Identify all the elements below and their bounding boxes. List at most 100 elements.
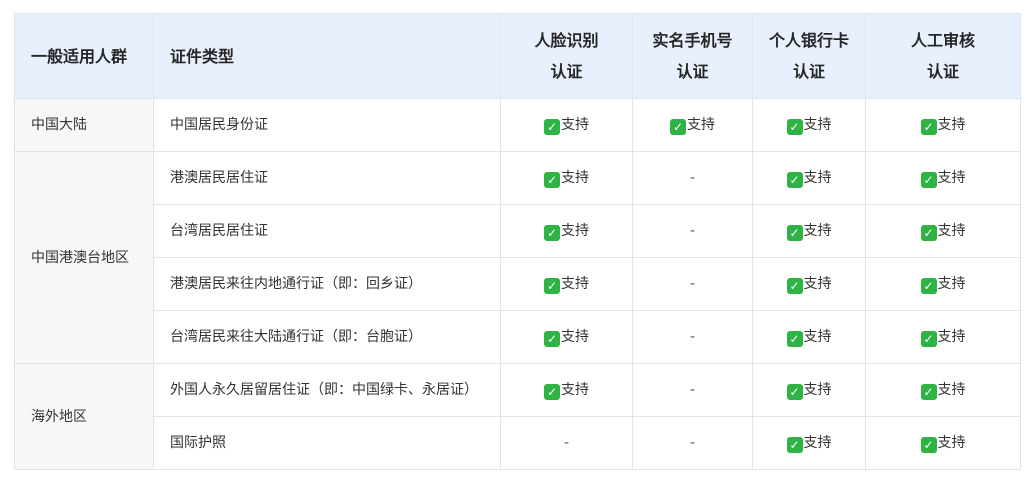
face-status-cell: ✓ 支持 bbox=[500, 310, 633, 364]
status-text: - bbox=[563, 435, 570, 451]
status-text: 支持 bbox=[803, 329, 832, 345]
face-status-cell: ✓ 支持 bbox=[500, 98, 633, 152]
phone-status-cell: - bbox=[632, 416, 753, 470]
status-text: 支持 bbox=[561, 117, 589, 133]
status-text: 支持 bbox=[561, 223, 589, 239]
doc-type-cell: 中国居民身份证 bbox=[153, 98, 501, 152]
check-mark-icon: ✓ bbox=[920, 172, 937, 188]
check-mark-icon: ✓ bbox=[544, 225, 560, 241]
header-manual-line2: 认证 bbox=[926, 62, 959, 81]
status-text: 支持 bbox=[803, 276, 832, 292]
face-status-cell: ✓ 支持 bbox=[500, 204, 633, 258]
status-text: 支持 bbox=[561, 276, 589, 292]
check-mark-icon: ✓ bbox=[920, 119, 937, 135]
phone-status-cell: - bbox=[632, 151, 753, 205]
status-text: - bbox=[689, 382, 696, 398]
phone-status-cell: - bbox=[632, 257, 753, 311]
bank-status-cell: ✓ 支持 bbox=[752, 416, 866, 470]
header-manual-line1: 人工审核 bbox=[910, 31, 975, 50]
status-text: - bbox=[689, 329, 696, 345]
manual-status-cell: ✓ 支持 bbox=[865, 363, 1021, 417]
phone-status-cell: ✓ 支持 bbox=[632, 98, 753, 152]
header-face-recognition: 人脸识别 认证 bbox=[500, 13, 633, 99]
group-cell-hmt: 中国港澳台地区 bbox=[14, 151, 154, 364]
table-row: 国际护照 - - ✓ 支持 ✓ 支持 bbox=[15, 416, 1021, 470]
status-text: 支持 bbox=[937, 329, 966, 345]
table-row: 中国港澳台地区 港澳居民居住证 ✓ 支持 - ✓ 支持 ✓ 支持 bbox=[14, 151, 1021, 364]
status-text: - bbox=[689, 276, 696, 292]
header-phone-line1: 实名手机号 bbox=[652, 31, 733, 50]
header-group: 一般适用人群 bbox=[14, 13, 154, 99]
bank-status-cell: ✓ 支持 bbox=[752, 98, 866, 152]
doc-type-cell: 台湾居民居住证 bbox=[153, 204, 501, 258]
status-text: 支持 bbox=[803, 435, 832, 451]
face-status-cell: - bbox=[500, 416, 633, 470]
check-mark-icon: ✓ bbox=[544, 331, 560, 347]
doc-type-cell: 外国人永久居留居住证（即：中国绿卡、永居证） bbox=[153, 363, 501, 417]
phone-status-cell: - bbox=[632, 310, 753, 364]
check-mark-icon: ✓ bbox=[920, 278, 937, 294]
header-bank-line2: 认证 bbox=[792, 62, 825, 81]
header-phone-line2: 认证 bbox=[676, 62, 709, 81]
manual-status-cell: ✓ 支持 bbox=[865, 98, 1021, 152]
check-mark-icon: ✓ bbox=[670, 119, 686, 135]
check-mark-icon: ✓ bbox=[920, 437, 937, 453]
header-bank-line1: 个人银行卡 bbox=[768, 31, 849, 50]
status-text: 支持 bbox=[803, 382, 832, 398]
check-mark-icon: ✓ bbox=[786, 278, 803, 294]
status-text: 支持 bbox=[937, 382, 966, 398]
check-mark-icon: ✓ bbox=[786, 331, 803, 347]
check-mark-icon: ✓ bbox=[786, 225, 803, 241]
status-text: 支持 bbox=[937, 276, 966, 292]
status-text: 支持 bbox=[561, 382, 589, 398]
table-header-row: 一般适用人群 证件类型 人脸识别 认证 实名手机号 认证 个人银行卡 认证 人工… bbox=[14, 13, 1021, 99]
manual-status-cell: ✓ 支持 bbox=[865, 204, 1021, 258]
status-text: 支持 bbox=[803, 117, 832, 133]
doc-type-cell: 港澳居民来往内地通行证（即：回乡证） bbox=[153, 257, 501, 311]
id-support-table-container: 一般适用人群 证件类型 人脸识别 认证 实名手机号 认证 个人银行卡 认证 人工… bbox=[14, 13, 1021, 470]
status-text: - bbox=[689, 223, 696, 239]
status-text: 支持 bbox=[687, 117, 715, 133]
table-row: 海外地区 外国人永久居留居住证（即：中国绿卡、永居证） ✓ 支持 - ✓ 支持 ✓ 支… bbox=[14, 363, 1021, 470]
id-support-table: 一般适用人群 证件类型 人脸识别 认证 实名手机号 认证 个人银行卡 认证 人工… bbox=[14, 13, 1021, 470]
status-text: 支持 bbox=[803, 170, 832, 186]
check-mark-icon: ✓ bbox=[786, 437, 803, 453]
status-text: - bbox=[689, 170, 696, 186]
group-cell-mainland: 中国大陆 bbox=[14, 98, 154, 152]
group-cell-overseas: 海外地区 bbox=[14, 363, 154, 470]
doc-type-cell: 港澳居民居住证 bbox=[153, 151, 501, 205]
table-row: 中国大陆 中国居民身份证 ✓ 支持 ✓ 支持 ✓ 支持 ✓ 支持 bbox=[14, 98, 1021, 152]
table-row: 台湾居民来往大陆通行证（即：台胞证） ✓ 支持 - ✓ 支持 ✓ 支持 bbox=[15, 310, 1021, 364]
phone-status-cell: - bbox=[632, 363, 753, 417]
bank-status-cell: ✓ 支持 bbox=[752, 257, 866, 311]
face-status-cell: ✓ 支持 bbox=[500, 257, 633, 311]
status-text: 支持 bbox=[937, 223, 966, 239]
check-mark-icon: ✓ bbox=[786, 172, 803, 188]
manual-status-cell: ✓ 支持 bbox=[865, 257, 1021, 311]
bank-status-cell: ✓ 支持 bbox=[752, 151, 866, 205]
header-face-line2: 认证 bbox=[550, 62, 583, 81]
header-real-name-phone: 实名手机号 认证 bbox=[632, 13, 753, 99]
manual-status-cell: ✓ 支持 bbox=[865, 151, 1021, 205]
bank-status-cell: ✓ 支持 bbox=[752, 204, 866, 258]
check-mark-icon: ✓ bbox=[786, 119, 803, 135]
doc-type-cell: 国际护照 bbox=[153, 416, 501, 470]
manual-status-cell: ✓ 支持 bbox=[865, 416, 1021, 470]
check-mark-icon: ✓ bbox=[786, 384, 803, 400]
check-mark-icon: ✓ bbox=[920, 331, 937, 347]
table-row: 港澳居民来往内地通行证（即：回乡证） ✓ 支持 - ✓ 支持 ✓ 支持 bbox=[15, 257, 1021, 311]
table-row: 台湾居民居住证 ✓ 支持 - ✓ 支持 ✓ 支持 bbox=[15, 204, 1021, 258]
check-mark-icon: ✓ bbox=[544, 172, 560, 188]
header-manual-review: 人工审核 认证 bbox=[865, 13, 1021, 99]
bank-status-cell: ✓ 支持 bbox=[752, 363, 866, 417]
check-mark-icon: ✓ bbox=[544, 384, 560, 400]
header-face-line1: 人脸识别 bbox=[534, 31, 599, 50]
check-mark-icon: ✓ bbox=[544, 278, 560, 294]
doc-type-cell: 台湾居民来往大陆通行证（即：台胞证） bbox=[153, 310, 501, 364]
manual-status-cell: ✓ 支持 bbox=[865, 310, 1021, 364]
header-doc-type: 证件类型 bbox=[153, 13, 501, 99]
phone-status-cell: - bbox=[632, 204, 753, 258]
status-text: 支持 bbox=[561, 170, 589, 186]
check-mark-icon: ✓ bbox=[920, 384, 937, 400]
status-text: 支持 bbox=[937, 117, 966, 133]
